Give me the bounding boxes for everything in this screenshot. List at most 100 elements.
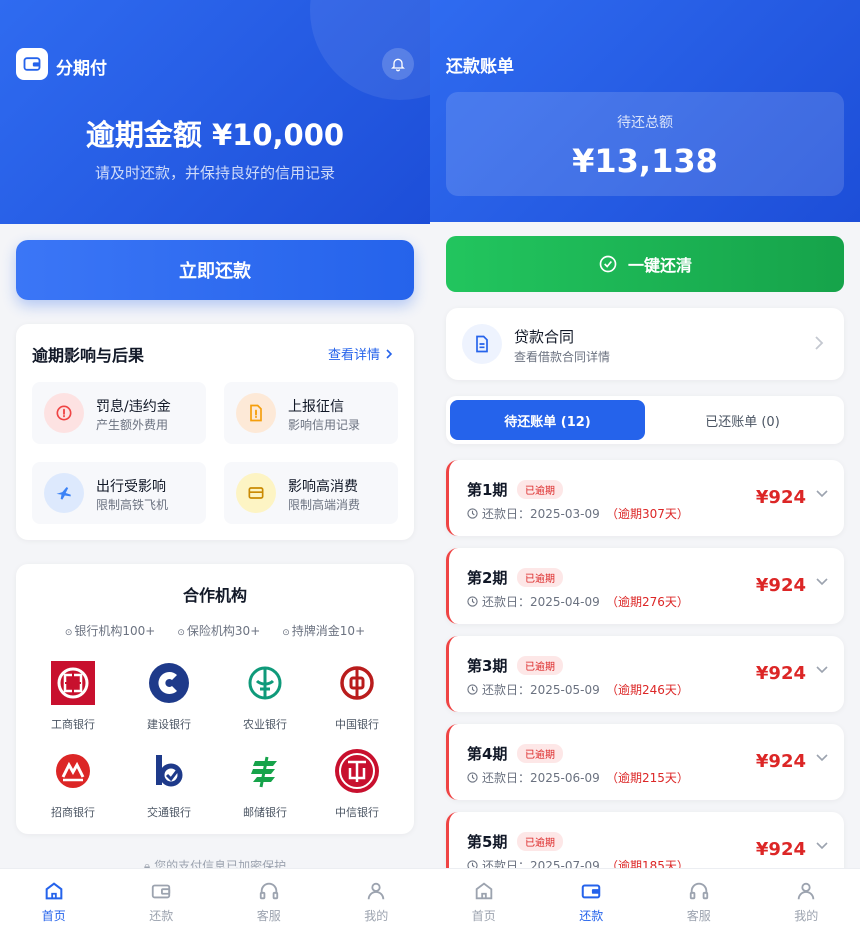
pay-now-button[interactable]: 立即还款: [16, 240, 414, 300]
partner-stats: 银行机构100+ 保险机构30+ 持牌消金10+: [16, 622, 414, 639]
impact-item-title: 罚息/违约金: [96, 399, 171, 415]
bill-period: 第2期: [467, 569, 508, 587]
total-amount: ¥13,138: [572, 142, 718, 180]
tab-paid-bills[interactable]: 已还账单 (0): [645, 400, 840, 440]
abc-logo-icon: [242, 660, 288, 706]
overdue-badge: 已逾期: [517, 656, 563, 675]
pay-all-button[interactable]: 一键还清: [446, 236, 844, 292]
citic-logo-icon: [334, 748, 380, 794]
contract-title: 贷款合同: [514, 328, 575, 346]
notification-button[interactable]: [382, 48, 414, 80]
bill-period: 第3期: [467, 657, 508, 675]
report-icon: [236, 393, 276, 433]
document-icon: [462, 324, 502, 364]
wallet-icon: [580, 879, 602, 903]
bill-due-text: 还款日：2025-04-09: [482, 595, 600, 609]
total-due-box: 待还总额 ¥13,138: [446, 92, 844, 196]
bill-amount: ¥924: [755, 663, 806, 684]
tab-profile[interactable]: 我的: [323, 869, 431, 932]
tab-label: 还款: [149, 909, 174, 923]
impact-item-penalty[interactable]: 罚息/违约金 产生额外费用: [32, 382, 206, 444]
psbc-logo-icon: [242, 748, 288, 794]
bank-abc[interactable]: 农业银行: [220, 660, 310, 732]
tab-profile[interactable]: 我的: [753, 869, 860, 932]
stat-consumer-finance: 持牌消金10+: [282, 622, 365, 639]
tab-pending-bills[interactable]: 待还账单 (12): [450, 400, 645, 440]
impact-item-title: 出行受影响: [96, 479, 166, 495]
overdue-badge: 已逾期: [517, 744, 563, 763]
stat-insurance: 保险机构30+: [177, 622, 260, 639]
headset-icon: [688, 879, 710, 903]
user-icon: [795, 879, 817, 903]
overdue-days: （逾期276天）: [606, 595, 689, 609]
tab-home[interactable]: 首页: [430, 869, 538, 932]
bill-row[interactable]: 第2期 已逾期 还款日：2025-04-09 （逾期276天） ¥924: [446, 548, 844, 624]
bank-name: 农业银行: [243, 718, 287, 731]
impact-item-title: 上报征信: [288, 399, 344, 415]
boc-logo-icon: [334, 660, 380, 706]
overdue-days: （逾期215天）: [606, 771, 689, 785]
chevron-right-icon: [815, 336, 824, 350]
bill-amount: ¥924: [755, 575, 806, 596]
bill-amount: ¥924: [755, 839, 806, 860]
bill-period: 第4期: [467, 745, 508, 763]
bank-name: 交通银行: [147, 806, 191, 819]
tab-label: 还款: [579, 909, 604, 923]
overdue-badge: 已逾期: [517, 480, 563, 499]
alert-circle-icon: [44, 393, 84, 433]
bill-due-date: 还款日：2025-05-09: [467, 681, 600, 698]
chevron-down-icon[interactable]: [816, 490, 828, 498]
app-logo: [16, 48, 48, 80]
overdue-hero: 分期付 逾期金额 ¥10,000 请及时还款，并保持良好的信用记录: [0, 0, 430, 224]
tab-repay[interactable]: 还款: [538, 869, 646, 932]
impact-item-desc: 影响信用记录: [288, 418, 361, 432]
wallet-icon: [150, 879, 172, 903]
stat-banks: 银行机构100+: [65, 622, 155, 639]
impact-item-credit[interactable]: 上报征信 影响信用记录: [224, 382, 398, 444]
bank-ccb[interactable]: 建设银行: [124, 660, 214, 732]
hero-subtitle: 请及时还款，并保持良好的信用记录: [94, 164, 335, 182]
impact-item-travel[interactable]: 出行受影响 限制高铁飞机: [32, 462, 206, 524]
ccb-logo-icon: [146, 660, 192, 706]
bill-period: 第5期: [467, 833, 508, 851]
icbc-logo-icon: [50, 660, 96, 706]
bill-row[interactable]: 第3期 已逾期 还款日：2025-05-09 （逾期246天） ¥924: [446, 636, 844, 712]
tab-service[interactable]: 客服: [215, 869, 323, 932]
impact-item-consumption[interactable]: 影响高消费 限制高端消费: [224, 462, 398, 524]
chevron-down-icon[interactable]: [816, 842, 828, 850]
bank-citic[interactable]: 中信银行: [312, 748, 402, 820]
total-label: 待还总额: [617, 115, 673, 131]
bank-bocom[interactable]: 交通银行: [124, 748, 214, 820]
chevron-down-icon[interactable]: [816, 754, 828, 762]
page-title: 还款账单: [446, 57, 514, 77]
chevron-down-icon[interactable]: [816, 666, 828, 674]
check-circle-icon: [599, 255, 617, 273]
tab-home[interactable]: 首页: [0, 869, 108, 932]
bank-psbc[interactable]: 邮储银行: [220, 748, 310, 820]
chevron-down-icon[interactable]: [816, 578, 828, 586]
tab-repay[interactable]: 还款: [108, 869, 216, 932]
clock-icon: [467, 684, 478, 695]
impact-card: 逾期影响与后果 查看详情 罚息/违约金 产生额外费用 上报征信 影响信用记录 出…: [16, 324, 414, 540]
home-icon: [43, 879, 65, 903]
user-icon: [365, 879, 387, 903]
bank-icbc[interactable]: 工商银行: [28, 660, 118, 732]
bill-due-text: 还款日：2025-03-09: [482, 507, 600, 521]
bank-boc[interactable]: 中国银行: [312, 660, 402, 732]
bill-row[interactable]: 第1期 已逾期 还款日：2025-03-09 （逾期307天） ¥924: [446, 460, 844, 536]
view-details-link[interactable]: 查看详情: [328, 344, 394, 363]
loan-contract-row[interactable]: 贷款合同 查看借款合同详情: [446, 308, 844, 380]
bill-amount: ¥924: [755, 487, 806, 508]
tab-label: 我的: [364, 909, 389, 923]
card-icon: [236, 473, 276, 513]
bank-cmb[interactable]: 招商银行: [28, 748, 118, 820]
clock-icon: [467, 508, 478, 519]
overdue-days: （逾期307天）: [606, 507, 689, 521]
impact-item-desc: 限制高铁飞机: [96, 498, 169, 512]
bill-due-text: 还款日：2025-06-09: [482, 771, 600, 785]
bill-hero: 还款账单 待还总额 ¥13,138: [430, 0, 860, 222]
bank-name: 中信银行: [335, 806, 379, 819]
overdue-amount: 逾期金额 ¥10,000: [85, 118, 345, 152]
tab-service[interactable]: 客服: [645, 869, 753, 932]
bill-row[interactable]: 第4期 已逾期 还款日：2025-06-09 （逾期215天） ¥924: [446, 724, 844, 800]
